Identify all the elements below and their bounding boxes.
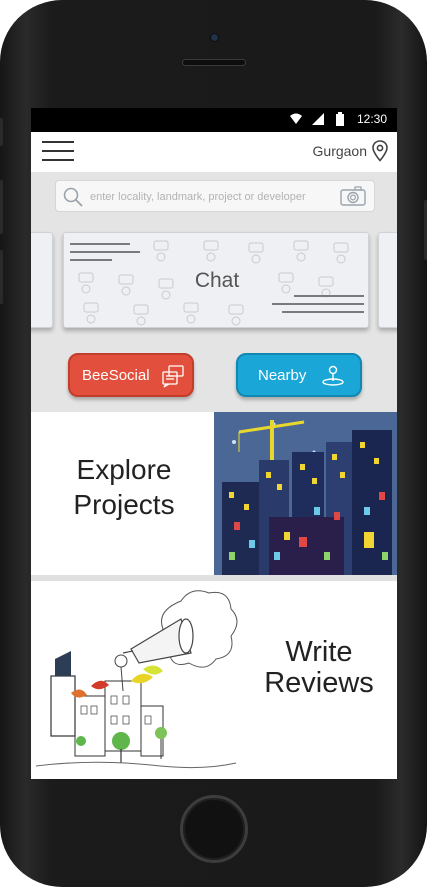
status-bar: 12:30 xyxy=(31,108,397,132)
chat-card-lines-bottom xyxy=(272,295,364,319)
app-screen: 12:30 Gurgaon enter locality, landmark, … xyxy=(31,108,397,779)
megaphone-sketch-illustration xyxy=(31,581,241,779)
nearby-button[interactable]: Nearby xyxy=(236,353,362,397)
home-button[interactable] xyxy=(180,795,248,863)
chat-card-lines-top xyxy=(70,243,140,267)
nearby-location-icon xyxy=(322,365,344,386)
cellular-signal-icon xyxy=(312,113,324,125)
write-title-line2: Reviews xyxy=(264,667,374,699)
carousel-card-previous[interactable] xyxy=(31,232,53,328)
wifi-icon xyxy=(290,113,302,124)
search-bar[interactable] xyxy=(55,180,375,212)
nearby-button-label: Nearby xyxy=(258,367,307,384)
explore-projects-title: Explore Projects xyxy=(37,452,211,522)
feature-carousel: Chat xyxy=(31,220,397,336)
city-selector[interactable]: Gurgaon xyxy=(313,143,367,159)
search-section xyxy=(31,172,397,220)
explore-title-line1: Explore xyxy=(76,454,172,485)
battery-icon xyxy=(336,112,344,126)
app-header: Gurgaon xyxy=(31,132,397,172)
volume-down-button xyxy=(0,250,3,304)
chat-card-label: Chat xyxy=(194,269,240,292)
explore-title-line2: Projects xyxy=(73,489,175,520)
menu-icon[interactable] xyxy=(42,140,74,162)
chat-card[interactable]: Chat xyxy=(63,232,369,328)
earpiece-speaker xyxy=(182,59,246,66)
beesocial-button[interactable]: BeeSocial xyxy=(68,353,194,397)
search-input[interactable] xyxy=(90,185,340,209)
volume-up-button xyxy=(0,180,3,234)
camera-icon[interactable] xyxy=(340,185,366,207)
search-icon xyxy=(63,187,83,207)
phone-frame: 12:30 Gurgaon enter locality, landmark, … xyxy=(0,0,427,887)
carousel-card-next[interactable] xyxy=(378,232,397,328)
beesocial-button-label: BeeSocial xyxy=(82,367,150,384)
front-camera xyxy=(210,33,219,42)
city-buildings-painting xyxy=(214,412,397,575)
mute-switch xyxy=(0,118,3,146)
location-pin-icon[interactable] xyxy=(372,140,388,162)
explore-projects-tile[interactable]: Explore Projects xyxy=(31,412,397,575)
write-reviews-tile[interactable]: Write Reviews xyxy=(31,581,397,779)
action-buttons: BeeSocial Nearby xyxy=(31,336,397,412)
write-title-line1: Write xyxy=(285,636,353,668)
clock: 12:30 xyxy=(356,112,387,126)
bee-social-icon xyxy=(162,365,184,388)
write-reviews-title: Write Reviews xyxy=(245,637,393,699)
